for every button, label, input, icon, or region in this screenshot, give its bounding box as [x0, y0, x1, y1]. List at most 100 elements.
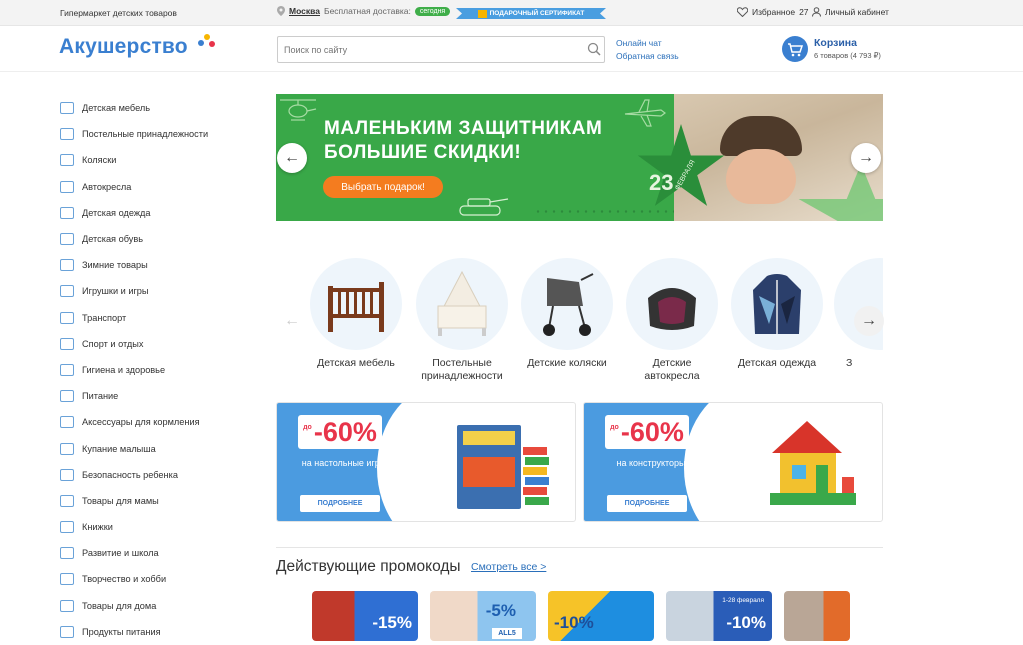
sidebar-item-label: Творчество и хобби — [82, 574, 167, 585]
promocode-tile[interactable]: -15% — [312, 591, 418, 641]
sidebar-item-food[interactable]: Питание — [58, 383, 258, 409]
hero-cta-button[interactable]: Выбрать подарок! — [323, 176, 443, 198]
hero-prev-arrow-icon[interactable]: ← — [277, 143, 307, 173]
sidebar-item-label: Транспорт — [82, 312, 127, 323]
sidebar-item-bathing[interactable]: Купание малыша — [58, 435, 258, 461]
carousel-next-arrow-icon[interactable]: → — [854, 306, 884, 336]
category-card-clothes[interactable]: Детская одежда — [729, 258, 825, 370]
sidebar-item-winter[interactable]: Зимние товары — [58, 252, 258, 278]
discount-value: -60% — [620, 416, 684, 447]
promo-more-button[interactable]: ПОДРОБНЕЕ — [300, 495, 380, 512]
sidebar-item-label: Товары для дома — [82, 600, 157, 611]
sidebar-item-shoes[interactable]: Детская обувь — [58, 226, 258, 252]
sidebar-item-transport[interactable]: Транспорт — [58, 305, 258, 331]
category-card-strollers[interactable]: Детские коляски — [519, 258, 615, 370]
sidebar-item-school[interactable]: Развитие и школа — [58, 540, 258, 566]
airplane-icon — [624, 99, 666, 127]
contact-links: Онлайн чат Обратная связь — [616, 37, 679, 62]
discount-value: -60% — [313, 416, 377, 447]
sidebar-item-car-seats[interactable]: Автокресла — [58, 174, 258, 200]
sidebar-item-books[interactable]: Книжки — [58, 514, 258, 540]
hero-next-arrow-icon[interactable]: → — [851, 143, 881, 173]
delivery-text: Бесплатная доставка: — [323, 6, 411, 16]
sidebar-item-label: Детская мебель — [82, 103, 151, 114]
food-jar-icon — [58, 388, 76, 404]
promocode-tile[interactable] — [784, 591, 850, 641]
cart-title[interactable]: Корзина — [814, 37, 857, 49]
sidebar-item-toys[interactable]: Игрушки и игры — [58, 278, 258, 304]
search-input[interactable] — [277, 36, 605, 63]
account-link[interactable]: Личный кабинет — [812, 7, 889, 17]
hygiene-icon — [58, 362, 76, 378]
promo-more-button[interactable]: ПОДРОБНЕЕ — [607, 495, 687, 512]
all5-code-label: ALL5 — [492, 628, 522, 639]
safety-icon — [58, 467, 76, 483]
hero-headline-2: БОЛЬШИЕ СКИДКИ! — [324, 142, 522, 163]
online-chat-link[interactable]: Онлайн чат — [616, 37, 679, 50]
carousel-prev-arrow-icon[interactable]: ← — [277, 306, 307, 336]
promo-banner-board-games[interactable]: до -60% на настольные игры ПОДРОБНЕЕ — [276, 402, 576, 522]
helicopter-icon — [280, 99, 317, 121]
promocode-discount: -10% — [554, 613, 594, 632]
feedback-link[interactable]: Обратная связь — [616, 50, 679, 63]
promocode-tile[interactable]: -10% — [548, 591, 654, 641]
category-label: Постельные принадлежности — [421, 357, 503, 382]
sidebar-item-furniture[interactable]: Детская мебель — [58, 95, 258, 121]
header: Акушерство Онлайн чат Обратная связь Кор… — [0, 26, 1023, 72]
search-icon[interactable] — [587, 42, 601, 56]
sidebar-item-hygiene[interactable]: Гигиена и здоровье — [58, 357, 258, 383]
crib-image — [310, 258, 402, 350]
promocode-discount: -10% — [726, 613, 766, 632]
gift-certificate-banner[interactable]: ПОДАРОЧНЫЙ СЕРТИФИКАТ — [456, 8, 606, 19]
city-selector[interactable]: Москва Бесплатная доставка: сегодня — [277, 6, 451, 16]
bed-canopy-image — [416, 258, 508, 350]
sidebar-item-label: Продукты питания — [82, 626, 161, 637]
favorites-link[interactable]: Избранное 27 — [737, 7, 809, 17]
category-card-furniture[interactable]: Детская мебель — [308, 258, 404, 370]
category-sidebar: Детская мебель Постельные принадлежности… — [58, 95, 258, 645]
sidebar-item-home[interactable]: Товары для дома — [58, 593, 258, 619]
sidebar-item-label: Развитие и школа — [82, 548, 159, 559]
promocodes-view-all-link[interactable]: Смотреть все > — [471, 561, 546, 573]
sidebar-item-bedding[interactable]: Постельные принадлежности — [58, 121, 258, 147]
category-card-bedding[interactable]: Постельные принадлежности — [414, 258, 510, 382]
sidebar-item-label: Детская обувь — [82, 234, 144, 245]
promocode-tile[interactable]: -5% ALL5 — [430, 591, 536, 641]
category-label: Детские автокресла — [644, 357, 700, 382]
hero-headline-1: МАЛЕНЬКИМ ЗАЩИТНИКАМ — [324, 118, 603, 139]
sidebar-item-groceries[interactable]: Продукты питания — [58, 619, 258, 645]
sidebar-item-label: Аксессуары для кормления — [82, 417, 200, 428]
cart-icon[interactable] — [782, 36, 808, 62]
sidebar-item-label: Гигиена и здоровье — [82, 364, 166, 375]
promo-banner-constructors[interactable]: до -60% на конструкторы ПОДРОБНЕЕ — [583, 402, 883, 522]
hero-banner[interactable]: МАЛЕНЬКИМ ЗАЩИТНИКАМ БОЛЬШИЕ СКИДКИ! Выб… — [276, 94, 883, 221]
city-name[interactable]: Москва — [289, 6, 320, 16]
promocode-dates: 1-28 февраля — [722, 597, 764, 604]
site-logo[interactable]: Акушерство — [59, 35, 188, 59]
section-divider — [276, 547, 883, 548]
stroller-icon — [58, 152, 76, 168]
delivery-badge: сегодня — [414, 6, 451, 16]
school-icon — [58, 545, 76, 561]
category-label: Детские коляски — [527, 357, 607, 369]
category-card-car-seats[interactable]: Детские автокресла — [624, 258, 720, 382]
partial-category-image — [834, 258, 883, 350]
sidebar-item-hobby[interactable]: Творчество и хобби — [58, 566, 258, 592]
car-seat-icon — [58, 179, 76, 195]
promo-description: на конструкторы — [616, 458, 686, 468]
sidebar-item-clothes[interactable]: Детская одежда — [58, 200, 258, 226]
promocodes-title: Действующие промокоды — [276, 558, 461, 575]
snowflake-icon — [58, 257, 76, 273]
favorites-label: Избранное — [752, 7, 796, 17]
sidebar-item-strollers[interactable]: Коляски — [58, 147, 258, 173]
sidebar-item-safety[interactable]: Безопасность ребенка — [58, 462, 258, 488]
sidebar-item-mom[interactable]: Товары для мамы — [58, 488, 258, 514]
sidebar-item-label: Книжки — [82, 522, 113, 533]
sidebar-item-sport[interactable]: Спорт и отдых — [58, 331, 258, 357]
promocode-tile[interactable]: 1-28 февраля -10% — [666, 591, 772, 641]
sidebar-item-label: Спорт и отдых — [82, 338, 144, 349]
child-image — [726, 149, 796, 204]
sidebar-item-label: Детская одежда — [82, 207, 151, 218]
sidebar-item-feeding[interactable]: Аксессуары для кормления — [58, 409, 258, 435]
category-label: Детская одежда — [737, 357, 817, 369]
